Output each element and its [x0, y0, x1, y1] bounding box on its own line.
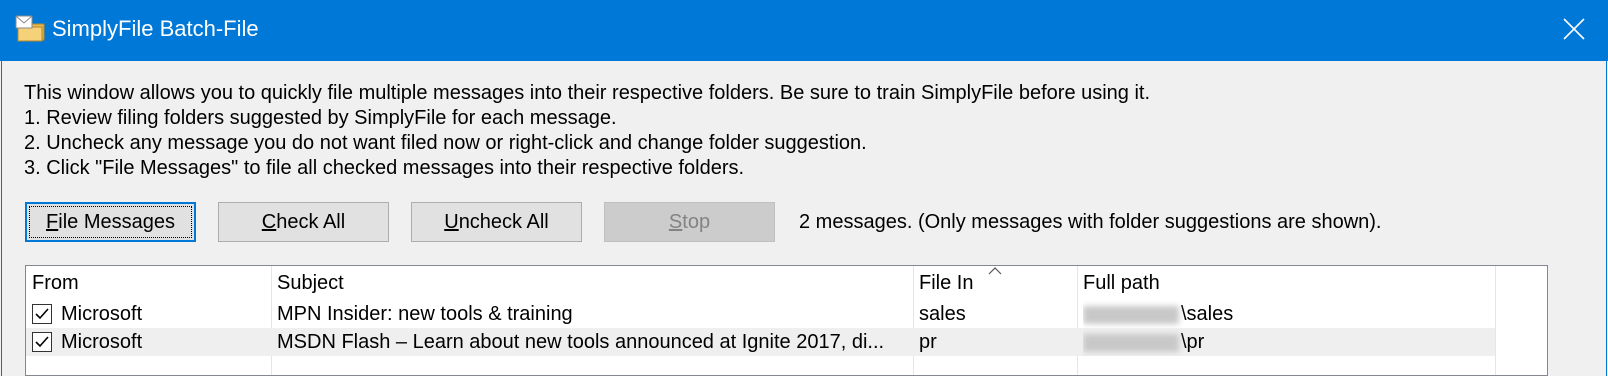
- cell-from: Microsoft: [61, 331, 143, 353]
- instructions: This window allows you to quickly file m…: [24, 81, 1150, 181]
- check-all-button[interactable]: Check All: [218, 202, 389, 242]
- cell-from: Microsoft: [61, 303, 143, 325]
- instruction-step-1: 1. Review filing folders suggested by Si…: [24, 107, 617, 129]
- envelope-folder-icon: [14, 12, 46, 44]
- cell-subject: MSDN Flash – Learn about new tools annou…: [277, 331, 885, 353]
- column-divider[interactable]: [1495, 266, 1496, 375]
- window-body: This window allows you to quickly file m…: [1, 61, 1607, 376]
- table-row[interactable]: Microsoft MPN Insider: new tools & train…: [26, 300, 1495, 328]
- redacted-path: [1083, 305, 1179, 324]
- window-title: SimplyFile Batch-File: [52, 16, 259, 41]
- close-button[interactable]: [1542, 0, 1608, 61]
- instruction-step-3: 3. Click "File Messages" to file all che…: [24, 157, 745, 179]
- row-checkbox[interactable]: [32, 304, 52, 324]
- messages-list[interactable]: From Subject File In Full path Microsoft…: [25, 265, 1548, 376]
- cell-full-path: \sales: [1083, 300, 1488, 328]
- stop-button: Stop: [604, 202, 775, 242]
- column-header-full-path[interactable]: Full path: [1077, 266, 1495, 300]
- column-header-from[interactable]: From: [26, 266, 271, 300]
- status-text: 2 messages. (Only messages with folder s…: [799, 211, 1382, 233]
- cell-subject: MPN Insider: new tools & training: [277, 303, 573, 325]
- cell-file-in: pr: [919, 331, 937, 353]
- close-icon: [1563, 18, 1585, 40]
- sort-ascending-icon: [988, 267, 1002, 275]
- column-header-subject[interactable]: Subject: [271, 266, 913, 300]
- redacted-path: [1083, 333, 1179, 352]
- cell-file-in: sales: [919, 303, 966, 325]
- title-bar: SimplyFile Batch-File: [0, 0, 1608, 61]
- instruction-step-2: 2. Uncheck any message you do not want f…: [24, 132, 867, 154]
- table-row[interactable]: Microsoft MSDN Flash – Learn about new t…: [26, 328, 1495, 356]
- instruction-intro: This window allows you to quickly file m…: [24, 82, 1151, 104]
- row-checkbox[interactable]: [32, 332, 52, 352]
- cell-full-path: \pr: [1083, 328, 1488, 356]
- file-messages-button[interactable]: File Messages: [25, 202, 196, 242]
- checkmark-icon: [32, 332, 52, 352]
- uncheck-all-button[interactable]: Uncheck All: [411, 202, 582, 242]
- checkmark-icon: [32, 304, 52, 324]
